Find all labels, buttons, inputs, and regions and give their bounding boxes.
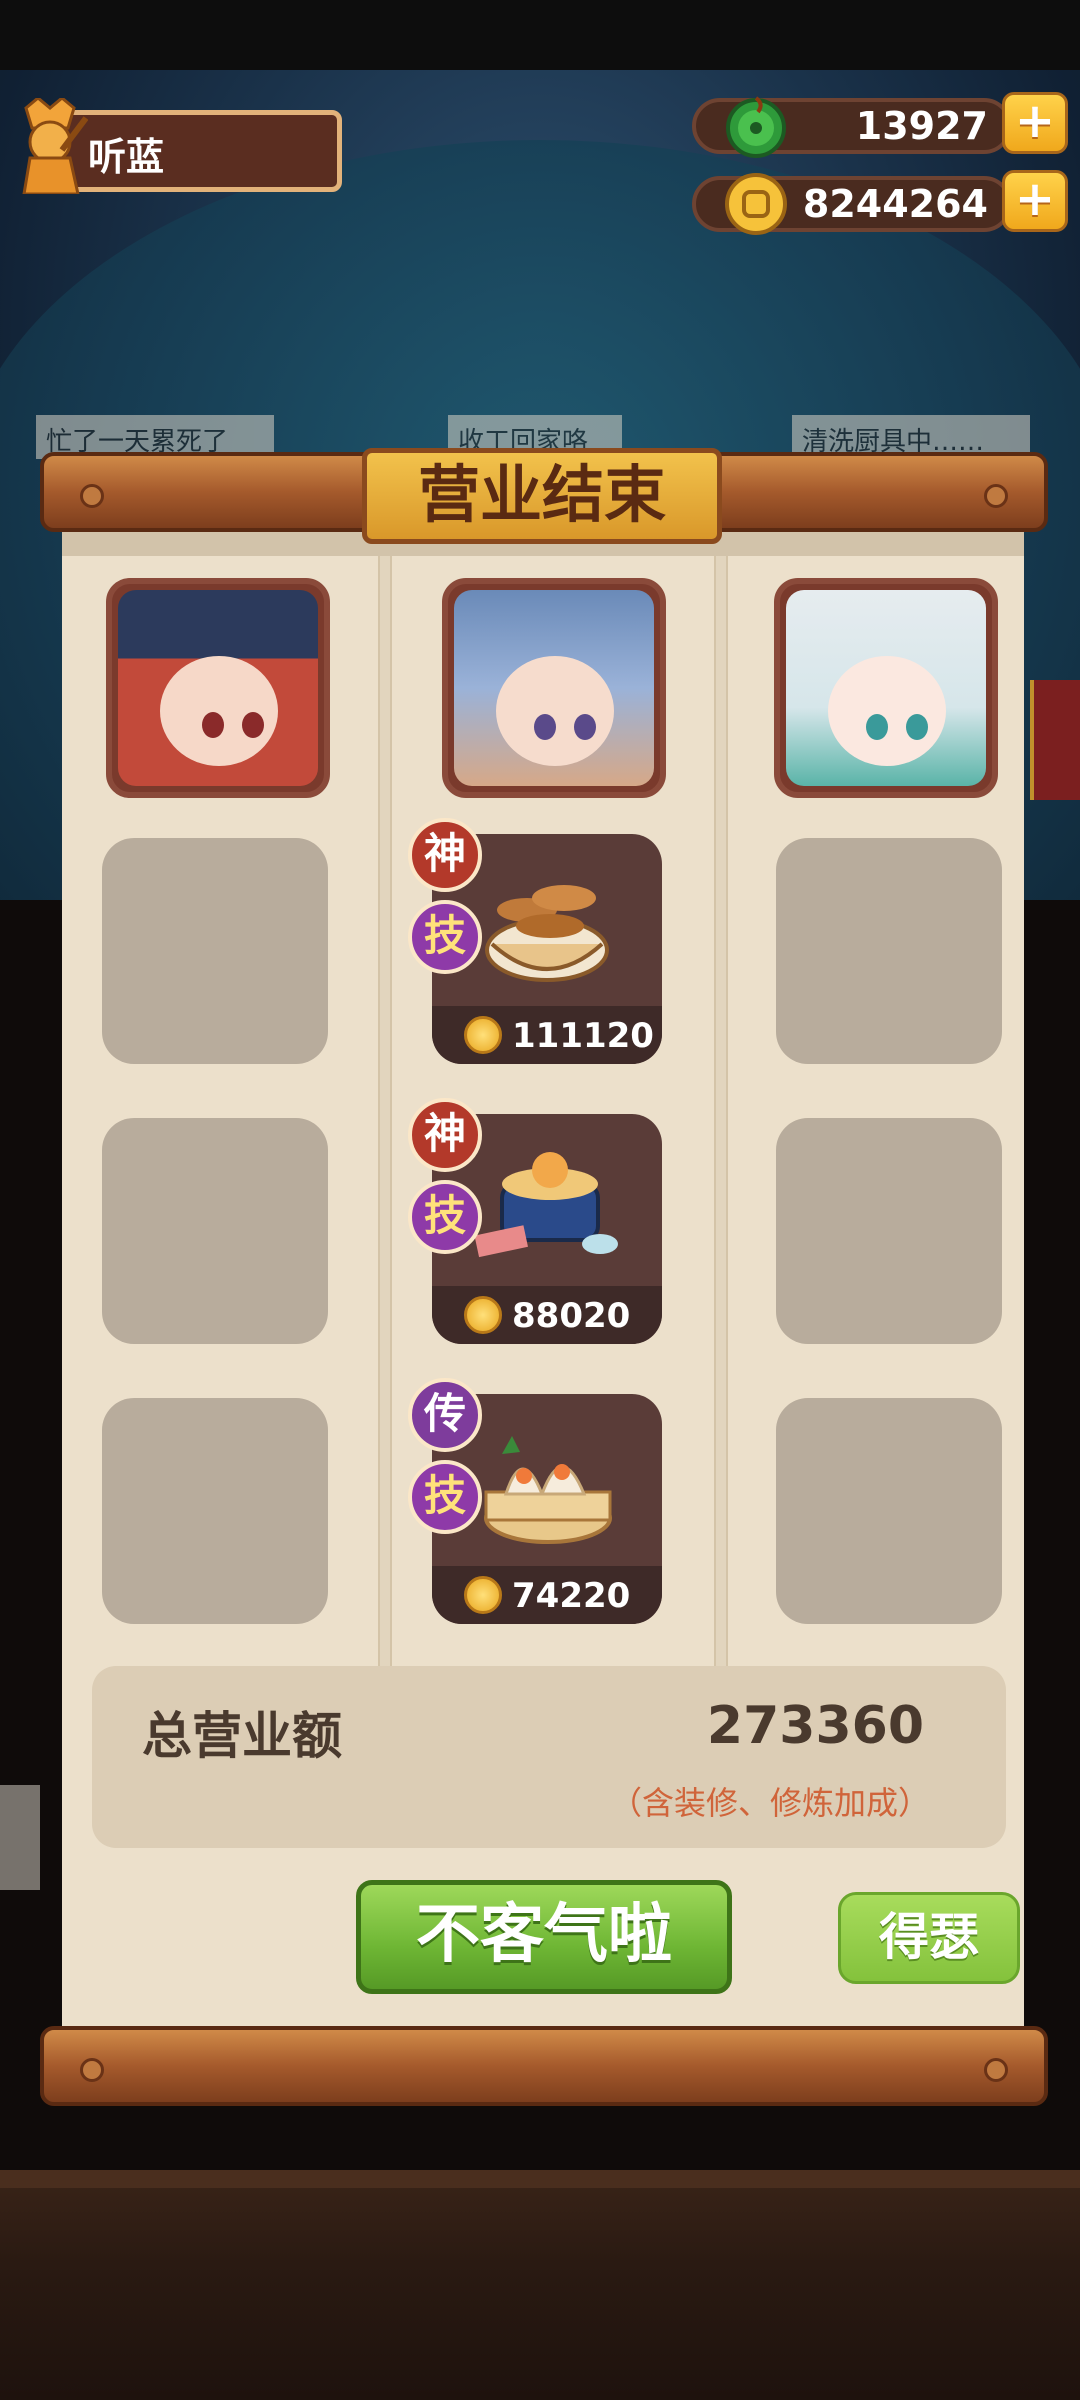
skill-badge: 技 (408, 900, 482, 974)
rarity-badge: 神 (408, 818, 482, 892)
dish-price: 74220 (512, 1576, 631, 1616)
empty-dish-slot (102, 1398, 328, 1624)
skill-badge: 技 (408, 1460, 482, 1534)
total-revenue-label: 总营业额 (142, 1707, 342, 1765)
gold-coin-icon (464, 1296, 502, 1334)
steamed-dumplings-icon (484, 1436, 612, 1544)
empty-dish-slot (102, 1118, 328, 1344)
total-revenue-note: （含装修、修炼加成） (609, 1784, 930, 1822)
rarity-badge: 传 (408, 1378, 482, 1452)
jade-amount: 13927 (855, 104, 988, 148)
gold-coin-icon (725, 173, 787, 235)
gold-coin-icon (464, 1016, 502, 1054)
chef-portrait-3[interactable] (774, 578, 998, 798)
scroll-bottom-rod (40, 2026, 1048, 2106)
column-divider-left (378, 556, 392, 1668)
jade-coin-icon (726, 96, 786, 158)
player-avatar-icon[interactable] (6, 98, 88, 194)
mushroom-stew-icon (485, 885, 609, 982)
total-revenue-value: 273360 (706, 1696, 924, 1756)
skill-badge: 技 (408, 1180, 482, 1254)
chef-portrait-2[interactable] (442, 578, 666, 798)
panel-title: 营业结束 (362, 448, 722, 544)
background-counter (0, 2170, 1080, 2400)
menu-side-tag[interactable] (1030, 680, 1080, 800)
banquet-hotpot-icon (474, 1152, 618, 1258)
player-name: 听蓝 (88, 135, 165, 179)
rarity-badge: 神 (408, 1098, 482, 1172)
empty-dish-slot (776, 1398, 1002, 1624)
confirm-button[interactable]: 不客气啦 (356, 1880, 732, 1994)
add-jade-button[interactable]: + (1002, 92, 1068, 154)
empty-dish-slot (102, 838, 328, 1064)
show-off-button[interactable]: 得瑟 (838, 1892, 1020, 1984)
background-side-note (0, 1785, 40, 1890)
column-divider-right (714, 556, 728, 1668)
add-coin-button[interactable]: + (1002, 170, 1068, 232)
empty-dish-slot (776, 838, 1002, 1064)
coin-amount: 8244264 (802, 182, 988, 226)
dish-price: 88020 (512, 1296, 631, 1336)
chef-portrait-1[interactable] (106, 578, 330, 798)
dish-price: 111120 (512, 1016, 654, 1056)
empty-dish-slot (776, 1118, 1002, 1344)
gold-coin-icon (464, 1576, 502, 1614)
